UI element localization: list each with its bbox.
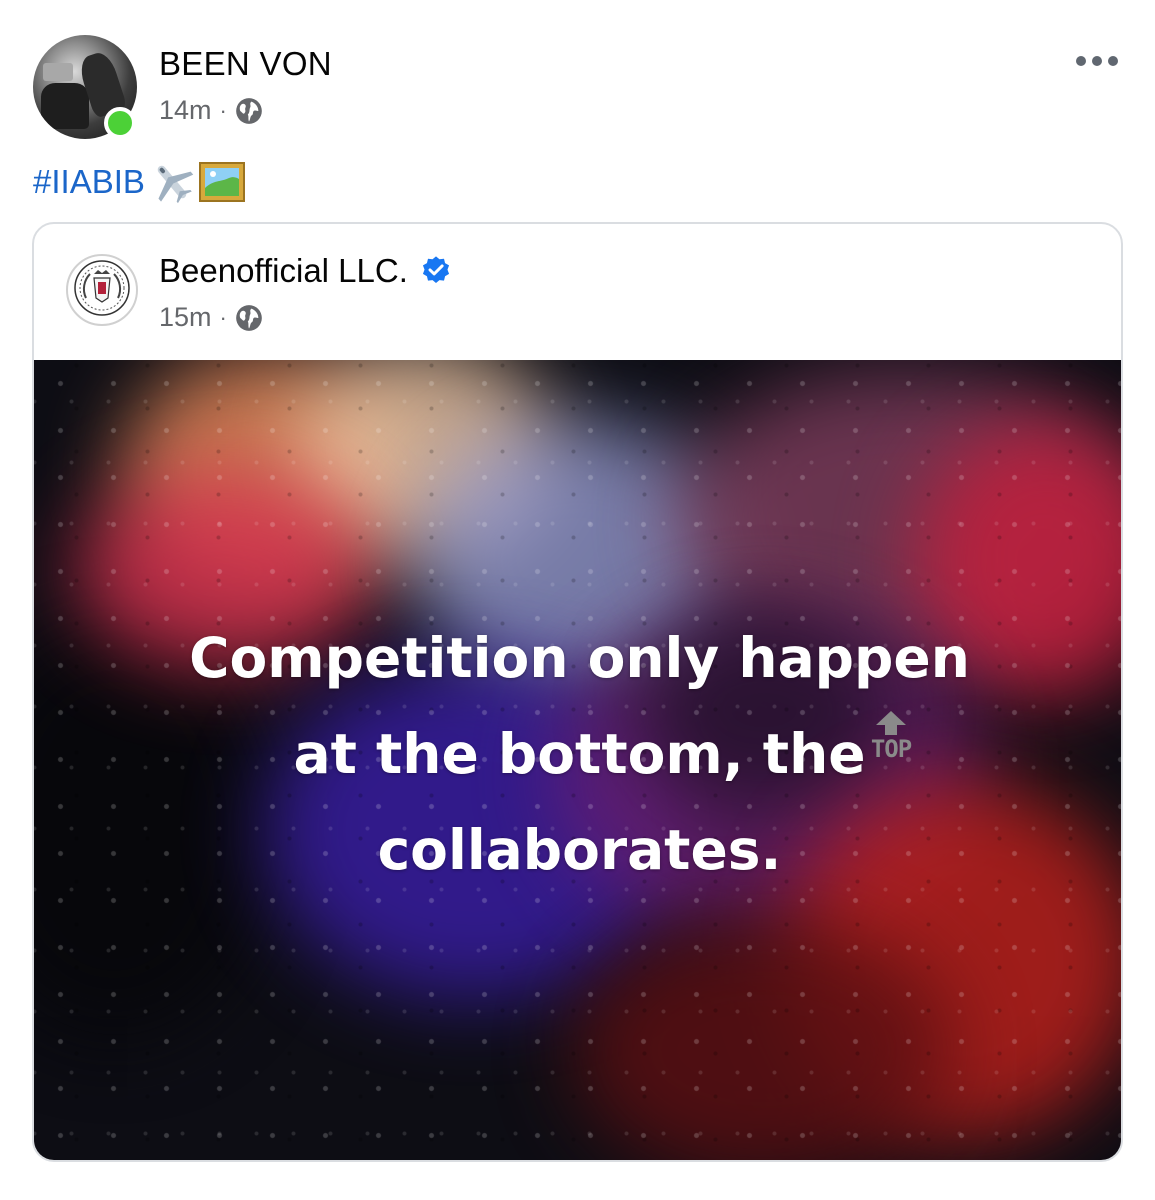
post-caption: #IIABIB xyxy=(33,160,245,204)
airplane-emoji-icon xyxy=(149,160,195,204)
avatar-photo-detail xyxy=(41,83,89,129)
shared-post-timestamp[interactable]: 15m xyxy=(159,302,212,333)
framed-picture-emoji-icon xyxy=(198,162,245,202)
quote-image[interactable]: Competition only happen at the bottom, t… xyxy=(34,360,1121,1160)
meta-separator: · xyxy=(219,97,227,123)
shared-post-meta: 15m · xyxy=(159,302,263,333)
beenofficial-crest-logo-icon xyxy=(72,258,132,323)
quote-line: Competition only happen xyxy=(189,626,970,690)
top-label: TOP xyxy=(870,735,912,763)
author-name[interactable]: BEEN VON xyxy=(159,45,332,83)
quote-line: collaborates. xyxy=(377,818,782,882)
avatar-photo-detail xyxy=(43,63,73,81)
hashtag-link[interactable]: #IIABIB xyxy=(33,163,145,201)
facebook-post: BEEN VON 14m · #IIABIB Beenofficial LLC.… xyxy=(0,0,1155,1200)
post-meta: 14m · xyxy=(159,95,263,126)
globe-icon[interactable] xyxy=(235,304,263,332)
post-timestamp[interactable]: 14m xyxy=(159,95,212,126)
globe-icon[interactable] xyxy=(235,97,263,125)
page-name[interactable]: Beenofficial LLC. xyxy=(159,252,408,290)
more-dot xyxy=(1076,56,1086,66)
more-dot xyxy=(1108,56,1118,66)
meta-separator: · xyxy=(219,304,227,330)
verified-badge-icon xyxy=(420,255,452,287)
up-arrow-icon xyxy=(874,710,908,736)
page-avatar[interactable] xyxy=(66,254,138,326)
page-name-row: Beenofficial LLC. xyxy=(159,252,452,290)
top-arrow-emoji-icon: TOP xyxy=(862,710,920,776)
online-status-indicator xyxy=(104,107,136,139)
more-options-icon[interactable] xyxy=(1076,50,1122,72)
shared-post-card[interactable]: Beenofficial LLC. 15m · Competition only… xyxy=(32,222,1123,1162)
more-dot xyxy=(1092,56,1102,66)
